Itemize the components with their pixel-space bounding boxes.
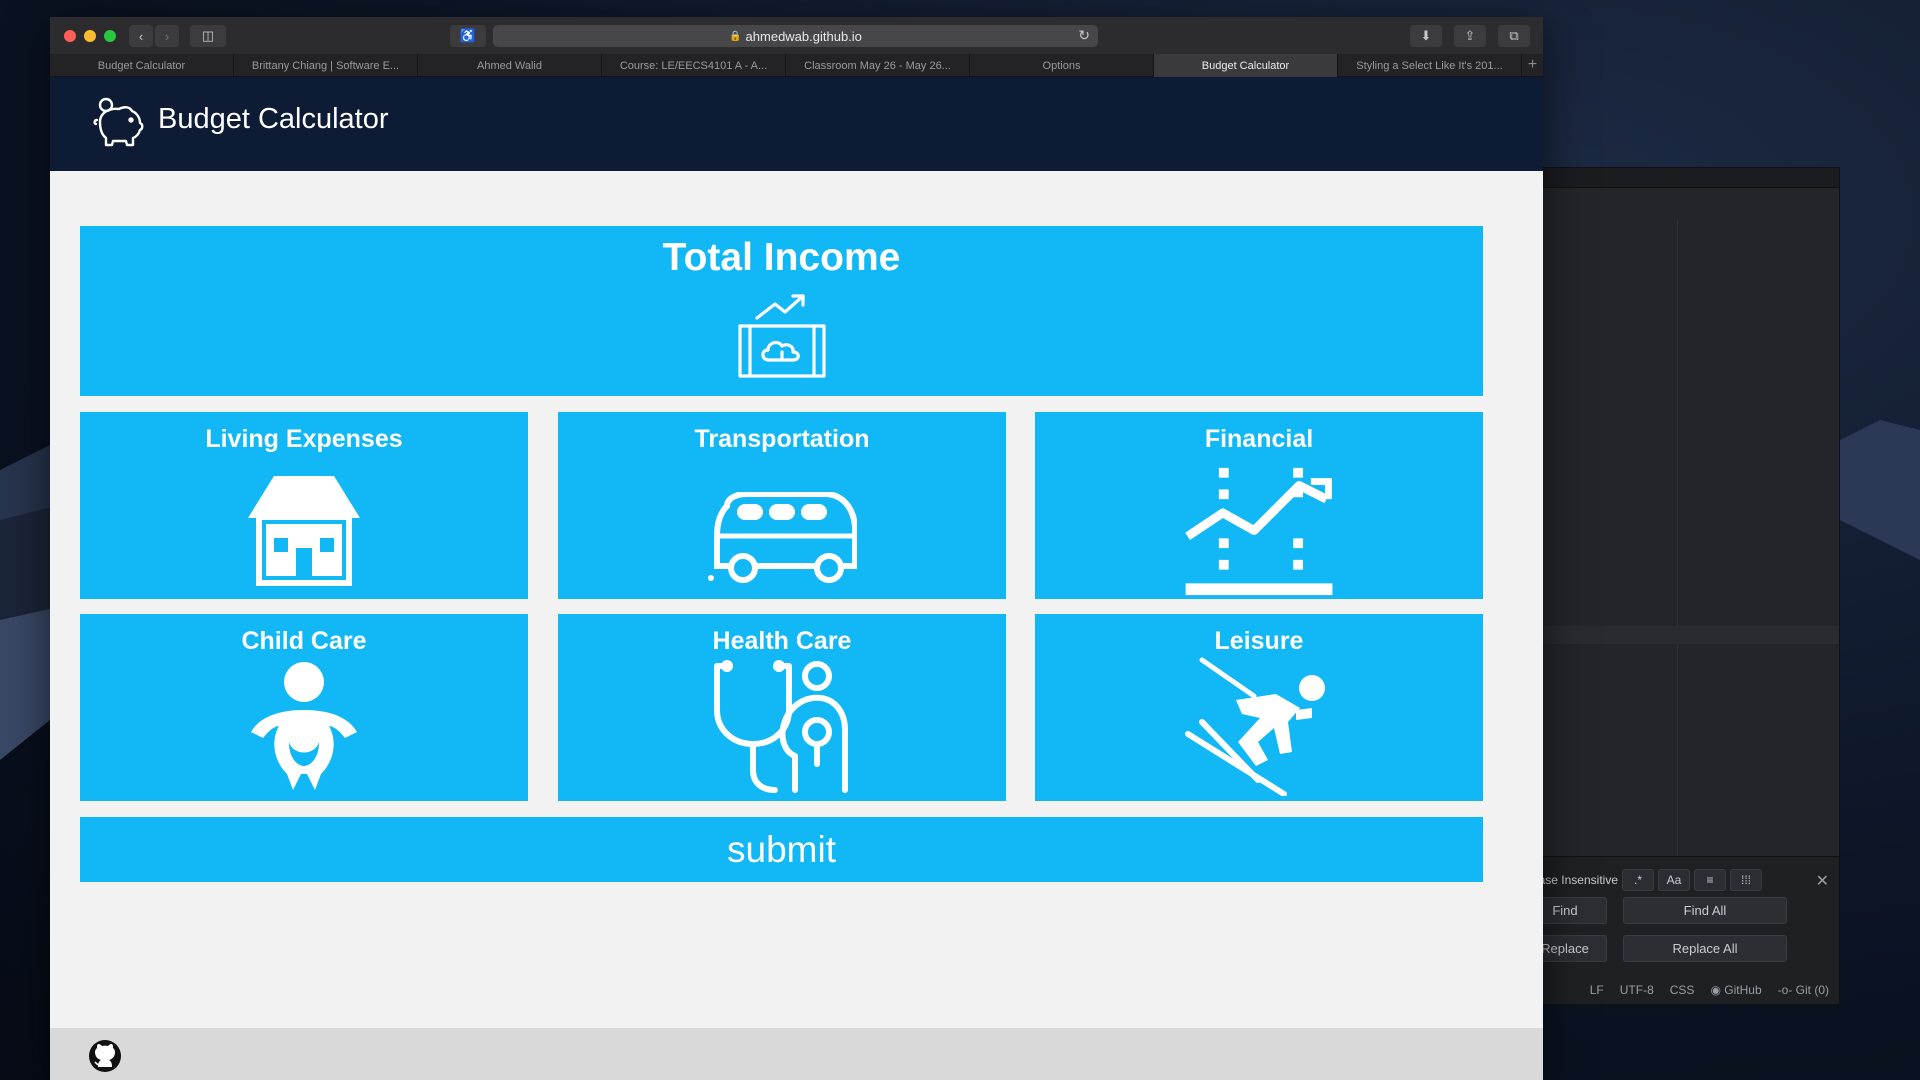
share-icon: ⇪ [1464, 28, 1476, 43]
stock-chart-icon [1185, 467, 1333, 596]
health-care-title: Health Care [712, 627, 852, 655]
find-bar: ons: Case Insensitive .* Aa ≡ ⁞⁞⁞ ✕ d Fi… [1501, 856, 1839, 1004]
reader-button[interactable]: ♿ [450, 25, 486, 47]
financial-card[interactable]: Financial [1035, 412, 1483, 599]
code-editor-window: ons: Case Insensitive .* Aa ≡ ⁞⁞⁞ ✕ d Fi… [1500, 167, 1840, 1005]
address-bar[interactable]: 🔒 ahmedwab.github.io ↻ [493, 25, 1098, 47]
tab-brittany-chiang[interactable]: Brittany Chiang | Software E... [234, 54, 418, 77]
status-bar: LF UTF-8 CSS ◉ GitHub -o- Git (0) [1501, 976, 1839, 1004]
app-title: Budget Calculator [158, 103, 389, 135]
tab-ahmed-walid[interactable]: Ahmed Walid [418, 54, 602, 77]
financial-title: Financial [1204, 425, 1314, 453]
status-grammar[interactable]: CSS [1670, 983, 1695, 997]
leisure-card[interactable]: Leisure [1035, 614, 1483, 801]
regex-toggle[interactable]: .* [1622, 869, 1654, 891]
leisure-title: Leisure [1214, 627, 1304, 655]
close-window-button[interactable] [64, 30, 76, 42]
back-button[interactable]: ‹ [129, 25, 153, 47]
sidebar-icon: ◫ [201, 28, 215, 43]
tabs-overview-button[interactable]: ⧉ [1498, 25, 1530, 47]
find-all-button[interactable]: Find All [1623, 897, 1787, 924]
tab-course[interactable]: Course: LE/EECS4101 A - A... [602, 54, 786, 77]
child-care-card[interactable]: Child Care [80, 614, 528, 801]
house-icon [248, 476, 360, 586]
sidebar-button[interactable]: ◫ [190, 25, 226, 47]
share-button[interactable]: ⇪ [1454, 25, 1486, 47]
git-icon: -o- [1777, 983, 1793, 997]
tab-budget-calculator-1[interactable]: Budget Calculator [50, 54, 234, 77]
living-expenses-card[interactable]: Living Expenses [80, 412, 528, 599]
child-care-title: Child Care [241, 627, 367, 655]
bus-icon [708, 492, 857, 583]
accessibility-icon: ♿ [459, 28, 477, 43]
tabs-icon: ⧉ [1509, 28, 1519, 43]
reload-icon[interactable]: ↻ [1078, 27, 1090, 44]
case-toggle[interactable]: Aa [1658, 869, 1690, 891]
new-tab-button[interactable]: + [1522, 54, 1543, 76]
page-footer [50, 1028, 1543, 1080]
replace-all-button[interactable]: Replace All [1623, 935, 1787, 962]
download-icon: ⬇ [1420, 28, 1432, 43]
income-chart-icon [737, 294, 826, 378]
editor-guide-line [1677, 219, 1678, 859]
total-income-card[interactable]: Total Income [80, 226, 1483, 396]
status-encoding[interactable]: UTF-8 [1620, 983, 1654, 997]
living-expenses-title: Living Expenses [205, 425, 403, 453]
editor-current-line [1501, 626, 1839, 644]
chevron-left-icon: ‹ [138, 28, 144, 44]
status-github[interactable]: ◉ GitHub [1710, 983, 1761, 997]
github-icon: ◉ [1710, 983, 1721, 997]
skier-icon [1185, 657, 1325, 796]
forward-button[interactable]: › [155, 25, 179, 47]
tab-classroom[interactable]: Classroom May 26 - May 26... [786, 54, 970, 77]
github-icon[interactable] [88, 1039, 122, 1073]
close-icon[interactable]: ✕ [1816, 871, 1829, 891]
transportation-card[interactable]: Transportation [558, 412, 1006, 599]
editor-header [1501, 168, 1839, 188]
whole-word-toggle[interactable]: ⁞⁞⁞ [1730, 869, 1762, 891]
baby-icon [251, 662, 357, 790]
selection-toggle[interactable]: ≡ [1694, 869, 1726, 891]
total-income-title: Total Income [662, 236, 901, 279]
chevron-right-icon: › [164, 28, 170, 44]
downloads-button[interactable]: ⬇ [1410, 25, 1442, 47]
lock-icon: 🔒 [729, 30, 742, 42]
title-bar: ‹ › ◫ ♿ 🔒 ahmedwab.github.io ↻ ⬇ ⇪ ⧉ [50, 17, 1543, 54]
tab-styling-select[interactable]: Styling a Select Like It's 201... [1338, 54, 1522, 77]
stethoscope-icon [714, 660, 848, 793]
status-git[interactable]: -o- Git (0) [1778, 983, 1829, 997]
transportation-title: Transportation [694, 425, 870, 453]
health-care-card[interactable]: Health Care [558, 614, 1006, 801]
tab-budget-calculator-active[interactable]: Budget Calculator [1154, 54, 1338, 77]
url-text: ahmedwab.github.io [745, 28, 862, 44]
browser-window: ‹ › ◫ ♿ 🔒 ahmedwab.github.io ↻ ⬇ ⇪ ⧉ Bud… [50, 17, 1543, 1080]
minimize-window-button[interactable] [84, 30, 96, 42]
submit-button[interactable]: submit [80, 817, 1483, 882]
web-page: Budget Calculator Total Income Living Ex… [50, 77, 1543, 1080]
tab-options[interactable]: Options [970, 54, 1154, 77]
status-line-ending[interactable]: LF [1590, 983, 1604, 997]
app-navbar: Budget Calculator [50, 77, 1543, 171]
zoom-window-button[interactable] [104, 30, 116, 42]
window-controls [64, 30, 116, 42]
tab-bar: Budget Calculator Brittany Chiang | Soft… [50, 54, 1543, 77]
piggy-bank-icon[interactable] [92, 96, 146, 150]
